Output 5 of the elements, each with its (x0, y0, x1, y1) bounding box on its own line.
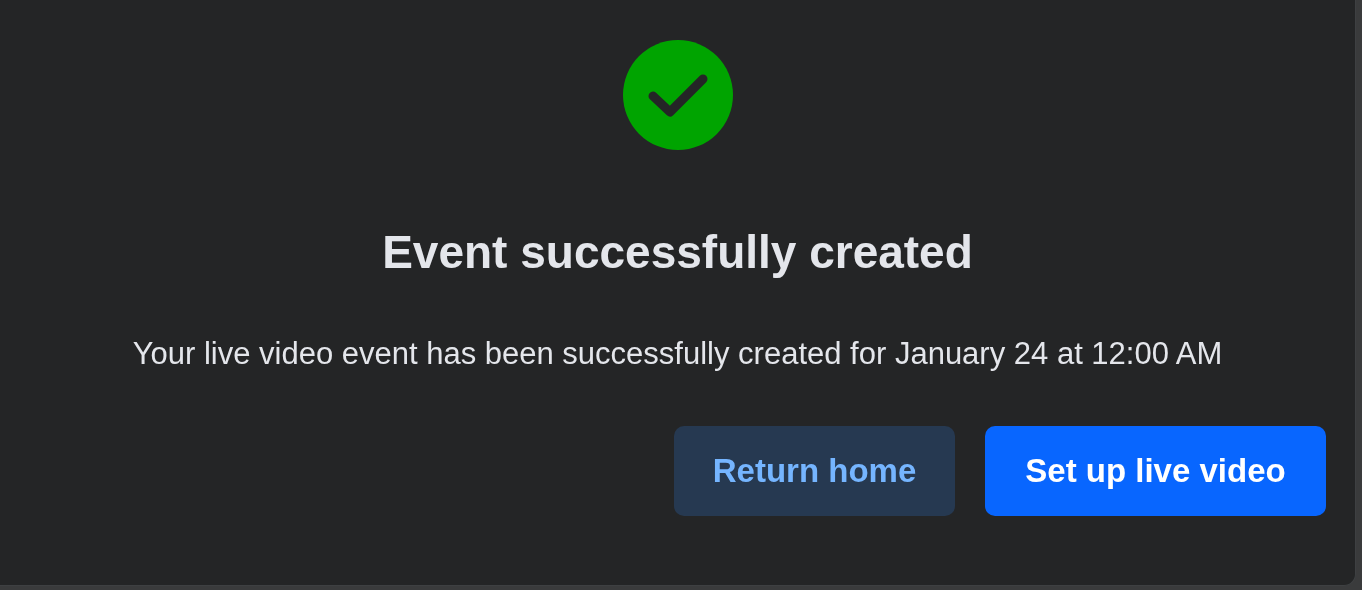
return-button[interactable]: Return home (674, 426, 955, 516)
check-icon (622, 40, 733, 150)
dialog-message: Your live video event has been successfully created for January 24 at 12:00 AM (132, 335, 1223, 373)
setup-button[interactable]: Set up live video (985, 426, 1326, 516)
dialog-title: Event successfully created (382, 225, 973, 280)
